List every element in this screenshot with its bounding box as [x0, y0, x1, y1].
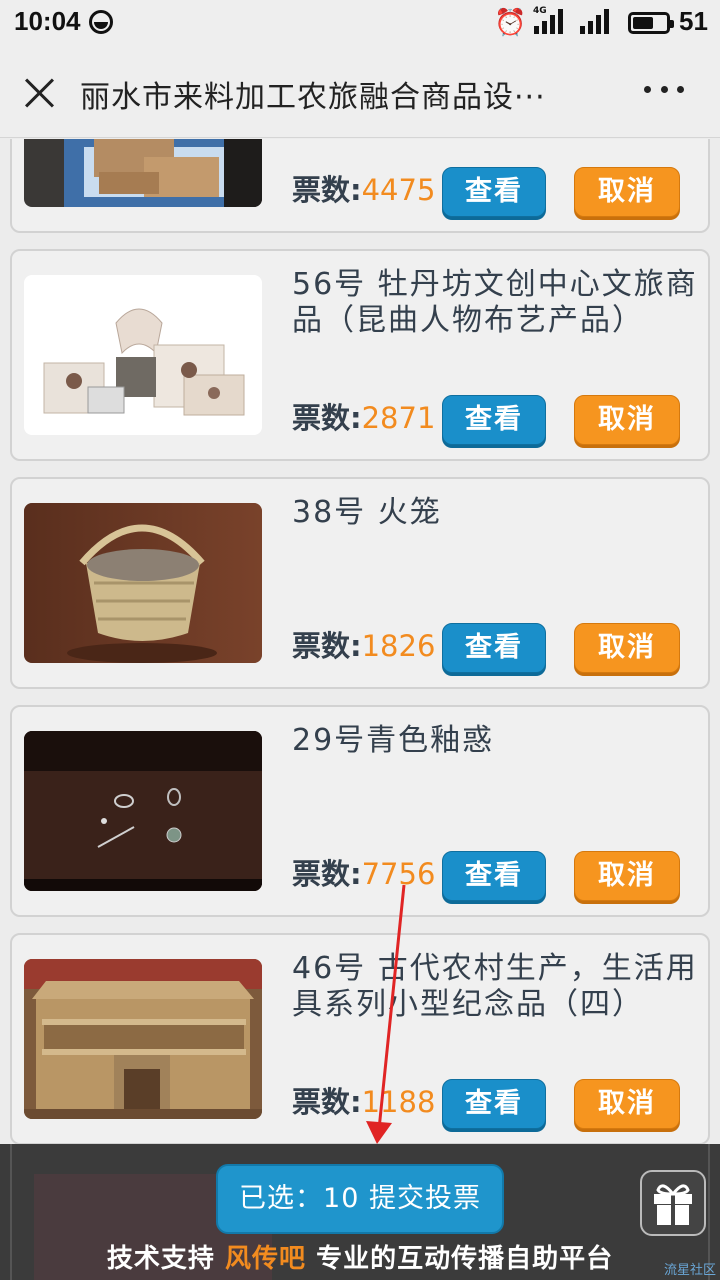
battery-percent: 51 — [679, 6, 708, 36]
close-icon[interactable] — [24, 76, 56, 108]
tech-support-text: 技术支持 风传吧 专业的互动传播自助平台 — [106, 1244, 614, 1274]
annotation-arrow — [366, 884, 406, 1144]
page-title: 丽水市来料加工农旅融合商品设··· — [80, 80, 546, 115]
bottom-bar: 已选：10 提交投票 技术支持 风传吧 专业的互动传播自助平台 流星社区 — [0, 1144, 720, 1280]
signal-4g-icon: 4G — [532, 6, 563, 34]
product-list[interactable]: 票数:4475 查看 取消 56号 牡丹坊文创中心文旅商品（昆曲人物布艺产品） … — [0, 139, 720, 1144]
status-bar: 10:04 ⏰ 4G 51 — [0, 0, 720, 46]
notification-app-icon — [89, 10, 113, 34]
more-icon[interactable] — [644, 86, 684, 96]
status-time: 10:04 — [14, 6, 81, 36]
battery-icon — [628, 12, 674, 34]
gift-icon[interactable] — [640, 1170, 706, 1236]
alarm-icon: ⏰ — [494, 8, 527, 38]
brand-link[interactable]: 风传吧 — [225, 1244, 306, 1274]
submit-vote-button[interactable]: 已选：10 提交投票 — [216, 1164, 504, 1234]
title-bar: 丽水市来料加工农旅融合商品设··· — [0, 46, 720, 138]
network-type: 4G — [533, 6, 547, 16]
watermark: 流星社区 — [663, 1263, 716, 1278]
signal-icon — [580, 8, 609, 34]
